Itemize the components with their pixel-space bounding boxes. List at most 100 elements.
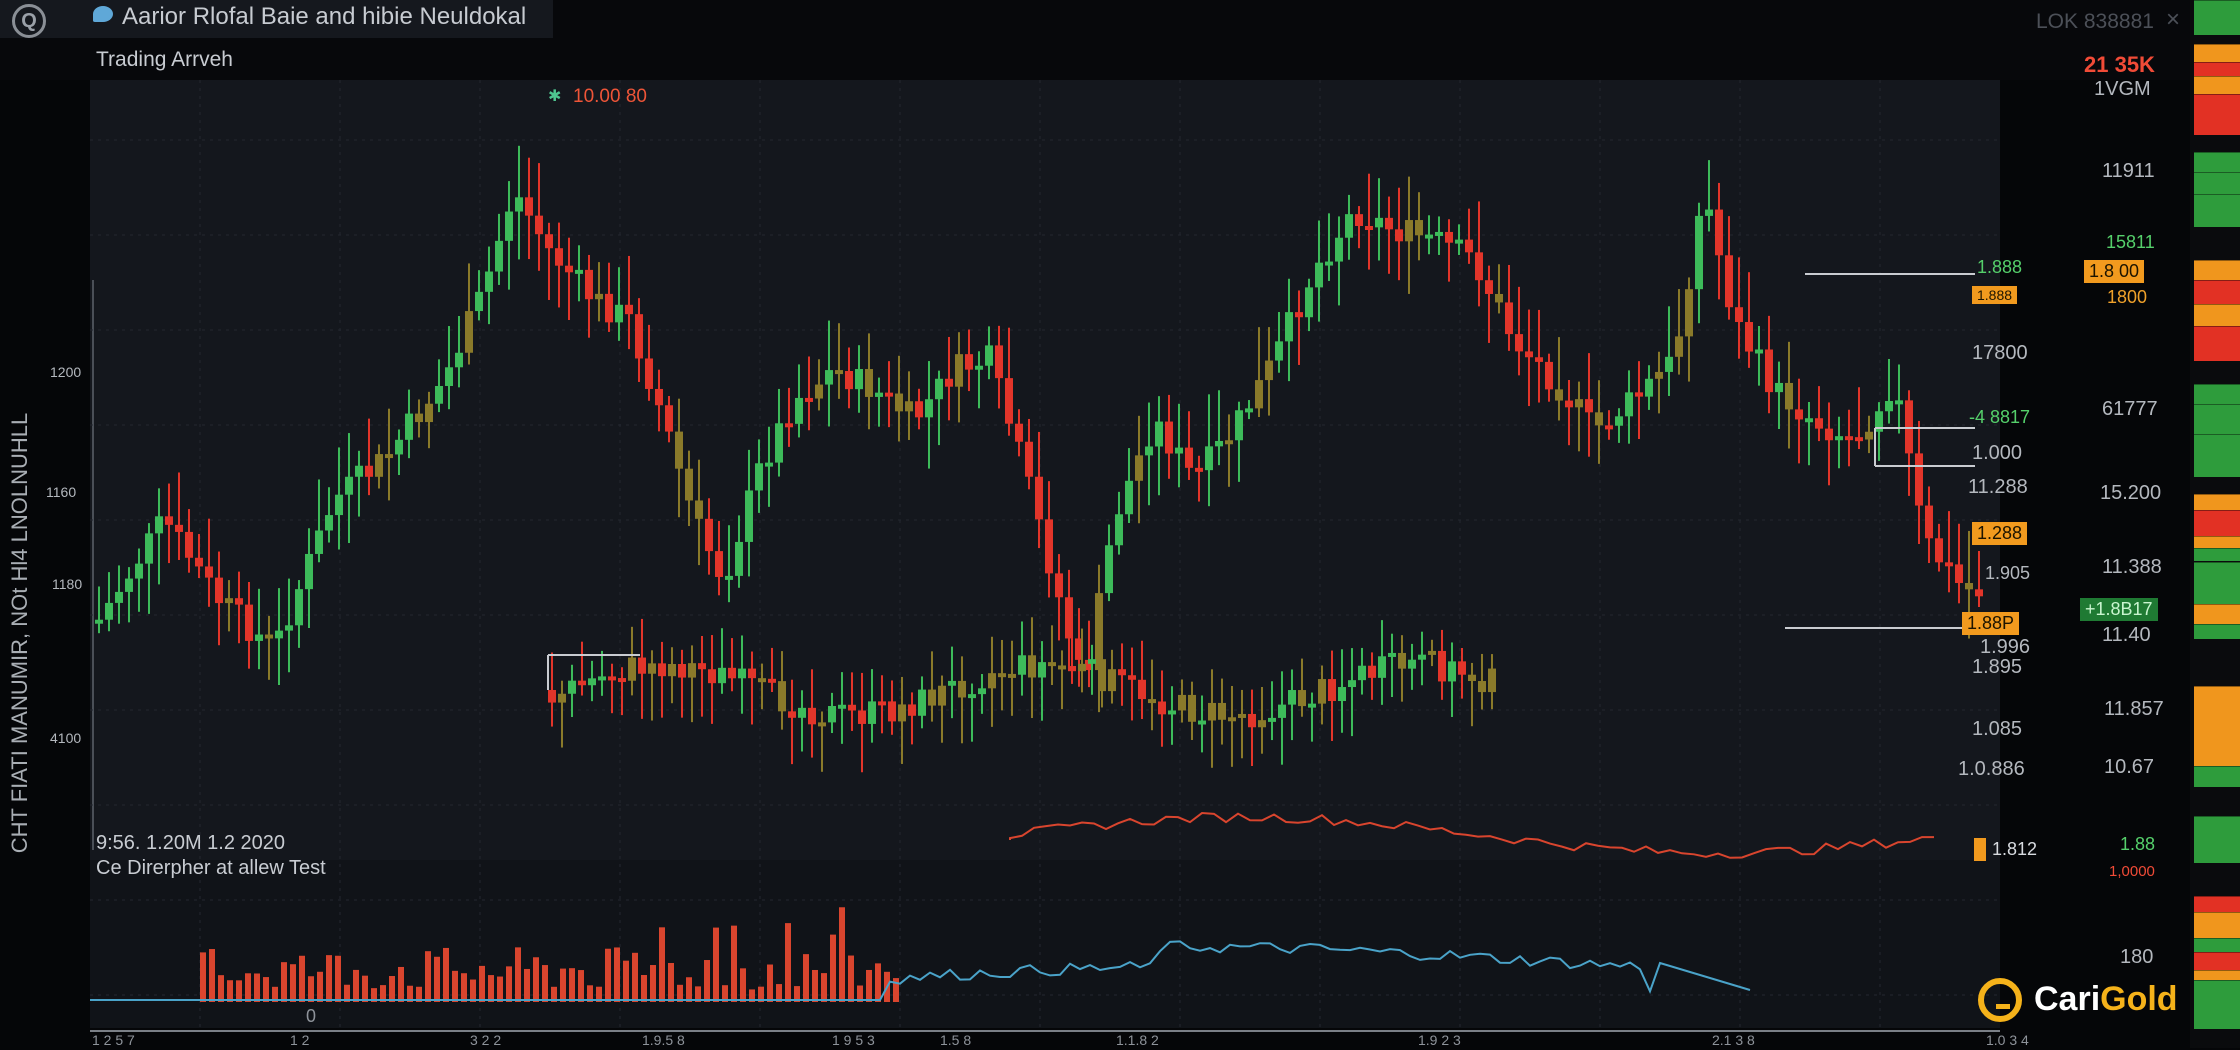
sidebar-block bbox=[2194, 912, 2240, 939]
candle-body bbox=[1455, 239, 1463, 244]
sidebar-block bbox=[2194, 384, 2240, 405]
volume-bar bbox=[614, 947, 620, 1002]
candle-body bbox=[735, 541, 743, 576]
time-axis-label: 0 bbox=[306, 1006, 317, 1026]
candle-body bbox=[1035, 476, 1043, 520]
sidebar-block bbox=[2194, 548, 2240, 561]
sidebar-block bbox=[2194, 604, 2240, 625]
candle-body bbox=[1218, 702, 1226, 720]
candle-body bbox=[505, 211, 513, 241]
candle-body bbox=[838, 704, 846, 709]
candle-body bbox=[1298, 690, 1306, 707]
candle-body bbox=[685, 468, 693, 501]
volume-bar bbox=[335, 955, 341, 1002]
volume-bar bbox=[299, 955, 305, 1002]
sidebar-block bbox=[2194, 194, 2240, 227]
candle-body bbox=[1475, 252, 1483, 281]
candle-body bbox=[1635, 392, 1643, 397]
sidebar-block bbox=[2194, 938, 2240, 953]
volume-bar bbox=[200, 952, 206, 1002]
candle-body bbox=[1655, 371, 1663, 379]
candle-body bbox=[1238, 713, 1246, 718]
volume-bar bbox=[434, 956, 440, 1002]
candle-body bbox=[715, 551, 723, 577]
candle-body bbox=[1128, 675, 1136, 680]
candle-body bbox=[1915, 453, 1923, 506]
candle-body bbox=[1058, 665, 1066, 670]
candle-body bbox=[705, 518, 713, 552]
candle-body bbox=[1125, 480, 1133, 515]
candle-body bbox=[1185, 447, 1193, 468]
signal-sidebar[interactable] bbox=[2190, 0, 2240, 1048]
candle-body bbox=[1615, 416, 1623, 426]
candle-body bbox=[1195, 467, 1203, 472]
candle-body bbox=[145, 533, 153, 564]
candle-body bbox=[1695, 215, 1703, 290]
candle-body bbox=[1145, 446, 1153, 456]
sidebar-block bbox=[2194, 172, 2240, 195]
candle-body bbox=[1438, 650, 1446, 682]
candle-body bbox=[1735, 307, 1743, 323]
candle-body bbox=[1675, 336, 1683, 357]
volume-bar bbox=[848, 955, 854, 1002]
candle-body bbox=[1805, 418, 1813, 423]
candle-body bbox=[1198, 720, 1206, 725]
candle-body bbox=[1398, 652, 1406, 669]
volume-bar bbox=[326, 955, 332, 1002]
candle-body bbox=[778, 681, 786, 712]
sidebar-block bbox=[2194, 816, 2240, 863]
candle-body bbox=[1325, 261, 1333, 266]
volume-bar bbox=[227, 980, 233, 1002]
candle-body bbox=[1048, 662, 1056, 667]
candle-body bbox=[708, 669, 716, 684]
candle-body bbox=[455, 352, 463, 368]
candle-body bbox=[998, 673, 1006, 678]
candle-body bbox=[668, 664, 676, 677]
time-axis-label: 1.1.8 2 bbox=[1116, 1032, 1159, 1048]
candle-body bbox=[1975, 589, 1983, 597]
candle-body bbox=[1725, 255, 1733, 308]
candle-body bbox=[898, 704, 906, 722]
candle-body bbox=[628, 657, 636, 681]
candle-body bbox=[1348, 680, 1356, 688]
candle-body bbox=[195, 557, 203, 567]
candle-body bbox=[985, 345, 993, 366]
candle-body bbox=[1795, 409, 1803, 420]
candle-body bbox=[475, 291, 483, 312]
volume-bar bbox=[461, 973, 467, 1002]
candle-body bbox=[1318, 679, 1326, 704]
right-axis-label: 10.67 bbox=[2104, 756, 2155, 778]
candle-body bbox=[755, 463, 763, 491]
candle-body bbox=[788, 711, 796, 718]
candle-body bbox=[845, 370, 853, 390]
volume-bar bbox=[218, 975, 224, 1002]
candle-body bbox=[1925, 505, 1933, 539]
candle-body bbox=[615, 304, 623, 323]
candle-body bbox=[858, 710, 866, 724]
candle-body bbox=[1258, 720, 1266, 728]
candle-body bbox=[1248, 713, 1256, 728]
candle-body bbox=[1555, 389, 1563, 401]
volume-bar bbox=[704, 960, 710, 1002]
candle-body bbox=[1495, 293, 1503, 303]
candle-body bbox=[1345, 214, 1353, 238]
volume-bar bbox=[389, 976, 395, 1002]
candle-body bbox=[115, 591, 123, 603]
candle-body bbox=[1595, 412, 1603, 426]
candlestick-chart[interactable] bbox=[0, 0, 2240, 1048]
candle-body bbox=[265, 634, 273, 639]
candle-body bbox=[908, 704, 916, 716]
candle-body bbox=[515, 197, 523, 212]
candle-body bbox=[365, 465, 373, 477]
right-axis-label: 1.895 bbox=[1972, 656, 2023, 678]
candle-body bbox=[165, 516, 173, 525]
candle-body bbox=[585, 269, 593, 300]
candle-body bbox=[1228, 717, 1236, 722]
sidebar-block bbox=[2194, 980, 2240, 1029]
volume-bar bbox=[866, 969, 872, 1002]
sidebar-block bbox=[2194, 494, 2240, 511]
candle-body bbox=[1235, 410, 1243, 441]
volume-bar bbox=[803, 954, 809, 1002]
candle-body bbox=[1895, 400, 1903, 405]
candle-body bbox=[325, 515, 333, 531]
